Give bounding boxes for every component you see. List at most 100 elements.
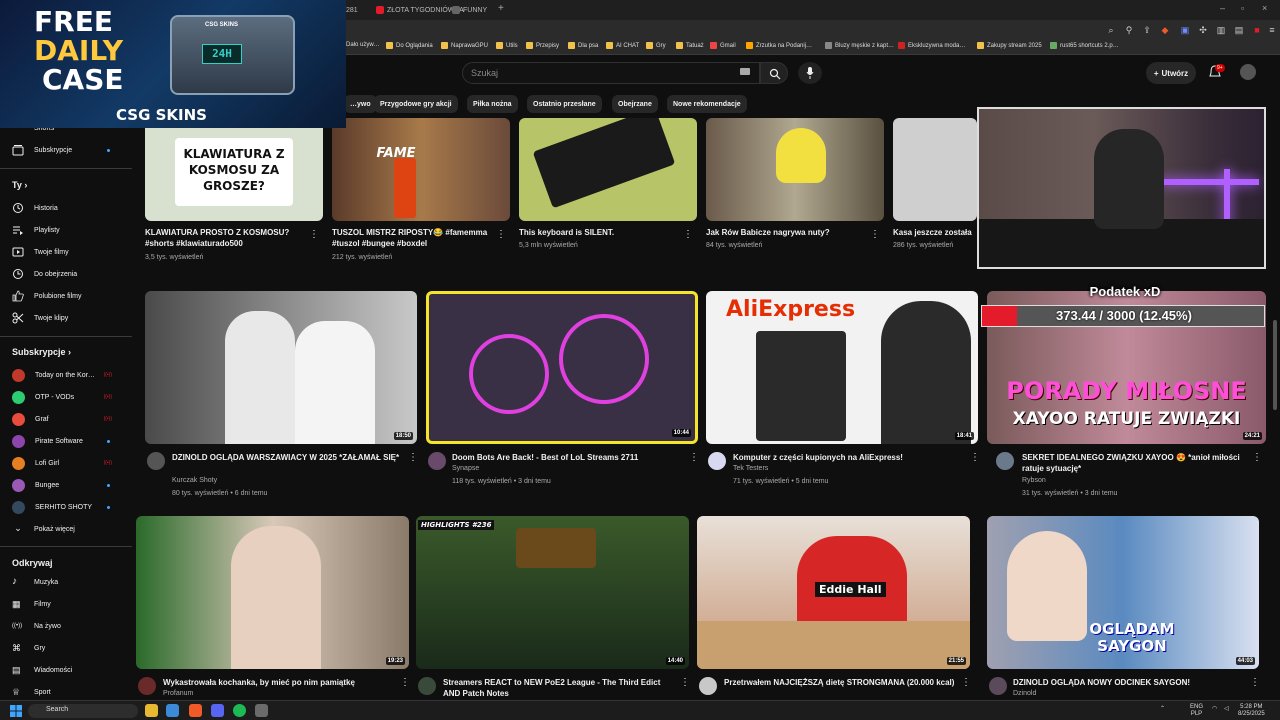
bookmark[interactable]: Dało używ… [346, 42, 380, 48]
video-title[interactable]: Wykastrowała kochanka, by mieć po nim pa… [163, 677, 395, 688]
share-icon[interactable]: ⇪ [1141, 24, 1153, 36]
keyboard-icon[interactable] [740, 68, 750, 75]
sidebar-item-clips[interactable]: Twoje klipy [12, 311, 122, 325]
chip[interactable]: Obejrzane [612, 95, 658, 113]
sidebar-item-channel[interactable]: Graf ((•)) [12, 412, 122, 426]
extension-icon[interactable]: ▣ [1179, 24, 1191, 36]
video-title[interactable]: TUSZOL MISTRZ RIPOSTY😂 #famemma #tuszol … [332, 227, 492, 249]
chip[interactable]: Ostatnio przesłane [527, 95, 602, 113]
clock[interactable]: 5:28 PM 8/25/2025 [1238, 704, 1265, 718]
windows-start-icon[interactable] [10, 705, 22, 717]
sidebar-item-channel[interactable]: SERHITO SHOTY [12, 500, 122, 514]
avatar[interactable] [1240, 64, 1256, 80]
bookmark[interactable]: Bluzy męskie z kapt… [825, 42, 894, 49]
section-heading-subscriptions[interactable]: Subskrypcje › [12, 347, 71, 357]
channel-name[interactable]: Profanum [163, 690, 193, 697]
sidebar-item-channel[interactable]: Today on the Kor… ((•)) [12, 368, 122, 382]
obs-icon[interactable] [255, 704, 268, 717]
section-heading-you[interactable]: Ty › [12, 180, 27, 190]
more-options-icon[interactable]: ⋮ [961, 677, 971, 688]
brave-shield-icon[interactable]: ◆ [1159, 24, 1171, 36]
sidebar-item-sport[interactable]: ♕ Sport [12, 685, 122, 699]
video-title[interactable]: Doom Bots Are Back! - Best of LoL Stream… [452, 452, 684, 463]
bookmark[interactable]: Do Oglądania [386, 42, 433, 49]
bookmark[interactable]: Dla psa [568, 42, 598, 49]
sidebar-item-gaming[interactable]: ⌘ Gry [12, 641, 122, 655]
video-title[interactable]: DZINOLD OGLĄDA NOWY ODCINEK SAYGON! [1013, 677, 1245, 688]
taskbar-search[interactable]: Search [28, 704, 138, 718]
channel-name[interactable]: Dzinold [1013, 690, 1036, 697]
chip[interactable]: …ywo [344, 95, 377, 113]
bookmark[interactable]: Utils [496, 42, 518, 49]
video-title[interactable]: DZINOLD OGLĄDA WARSZAWIACY W 2025 *ZAŁAM… [172, 452, 404, 474]
channel-name[interactable]: Synapse [452, 465, 479, 472]
more-options-icon[interactable]: ⋮ [680, 677, 690, 688]
short-thumbnail[interactable]: KLAWIATURA Z KOSMOSU ZA GROSZE? [145, 118, 323, 221]
sidebar-item-history[interactable]: Historia [12, 201, 122, 215]
wallet-icon[interactable]: ▤ [1233, 24, 1245, 36]
more-options-icon[interactable]: ⋮ [1252, 452, 1262, 463]
zoom-icon[interactable]: ⌕ [1105, 24, 1117, 36]
channel-avatar[interactable] [147, 452, 165, 470]
close-icon[interactable]: × [1262, 3, 1267, 13]
minimize-icon[interactable]: – [1220, 3, 1225, 13]
bookmark[interactable]: NaprawaGPU [441, 42, 488, 49]
sidebar-item-channel[interactable]: Bungee [12, 478, 122, 492]
chip[interactable]: Piłka nożna [467, 95, 518, 113]
language-indicator[interactable]: ENG PLP [1190, 704, 1203, 718]
discord-icon[interactable] [211, 704, 224, 717]
channel-avatar[interactable] [138, 677, 156, 695]
create-button[interactable]: + Utwórz [1146, 62, 1196, 84]
chip[interactable]: Przygodowe gry akcji [374, 95, 458, 113]
bookmark[interactable]: Ekskluzywna moda… [898, 42, 965, 49]
new-tab-button[interactable]: + [498, 3, 504, 14]
more-options-icon[interactable]: ⋮ [309, 229, 319, 240]
search-button[interactable] [760, 62, 788, 84]
short-thumbnail[interactable]: FAME [332, 118, 510, 221]
video-title[interactable]: KLAWIATURA PROSTO Z KOSMOSU? #shorts #kl… [145, 227, 305, 249]
browser-tab[interactable]: FUNNY [452, 2, 487, 18]
channel-avatar[interactable] [418, 677, 436, 695]
channel-avatar[interactable] [989, 677, 1007, 695]
wifi-icon[interactable]: ◠ [1212, 706, 1217, 713]
bookmark[interactable]: Zrzutka na Podanij… [746, 42, 812, 49]
channel-avatar[interactable] [699, 677, 717, 695]
bookmark[interactable]: rust65 shortcuts 2.p… [1050, 42, 1119, 49]
maximize-icon[interactable]: ▫ [1241, 3, 1244, 13]
video-thumbnail[interactable]: OGLĄDAM SAYGON 44:03 [987, 516, 1259, 669]
video-title[interactable]: Przetrwałem NAJCIĘŻSZĄ dietę STRONGMANA … [724, 677, 956, 699]
voice-search-button[interactable] [798, 62, 822, 84]
more-options-icon[interactable]: ⋮ [496, 229, 506, 240]
channel-name[interactable]: Tek Testers [733, 465, 768, 472]
sidebar-item-subscriptions[interactable]: Subskrypcje [12, 143, 122, 157]
channel-avatar[interactable] [428, 452, 446, 470]
channel-avatar[interactable] [996, 452, 1014, 470]
sidebar-item-channel[interactable]: Pirate Software [12, 434, 122, 448]
channel-name[interactable]: Kurczak Shoty [172, 477, 217, 484]
more-options-icon[interactable]: ⋮ [870, 229, 880, 240]
more-options-icon[interactable]: ⋮ [970, 452, 980, 463]
channel-avatar[interactable] [708, 452, 726, 470]
video-thumbnail[interactable]: 18:50 [145, 291, 417, 444]
sidebar-item-playlists[interactable]: Playlisty [12, 223, 122, 237]
more-options-icon[interactable]: ⋮ [1250, 677, 1260, 688]
brave-browser-icon[interactable] [189, 704, 202, 717]
browser-tab[interactable]: ZŁOTA TYGODNIÓWKA [376, 2, 464, 18]
sidebar-item-channel[interactable]: OTP - VODs ((•)) [12, 390, 122, 404]
volume-icon[interactable]: ◁ [1224, 706, 1229, 713]
bookmark[interactable]: Przepisy [526, 42, 559, 49]
sidebar-item-music[interactable]: ♪ Muzyka [12, 575, 122, 589]
more-options-icon[interactable]: ⋮ [400, 677, 410, 688]
short-thumbnail[interactable] [706, 118, 884, 221]
sidebar-item-watch-later[interactable]: Do obejrzenia [12, 267, 122, 281]
bookmark[interactable]: Gry [646, 42, 666, 49]
video-thumbnail[interactable]: AliExpress 18:41 [706, 291, 978, 444]
channel-name[interactable]: Rybson [1022, 477, 1046, 484]
sidebar-item-movies[interactable]: ▦ Filmy [12, 597, 122, 611]
bookmark[interactable]: Zakupy stream 2025 [977, 42, 1042, 49]
show-more-button[interactable]: ⌄ Pokaż więcej [12, 522, 122, 536]
search-input[interactable]: Szukaj [462, 62, 760, 84]
video-thumbnail[interactable]: 10:44 [426, 291, 698, 444]
spotify-icon[interactable] [233, 704, 246, 717]
more-options-icon[interactable]: ⋮ [683, 229, 693, 240]
